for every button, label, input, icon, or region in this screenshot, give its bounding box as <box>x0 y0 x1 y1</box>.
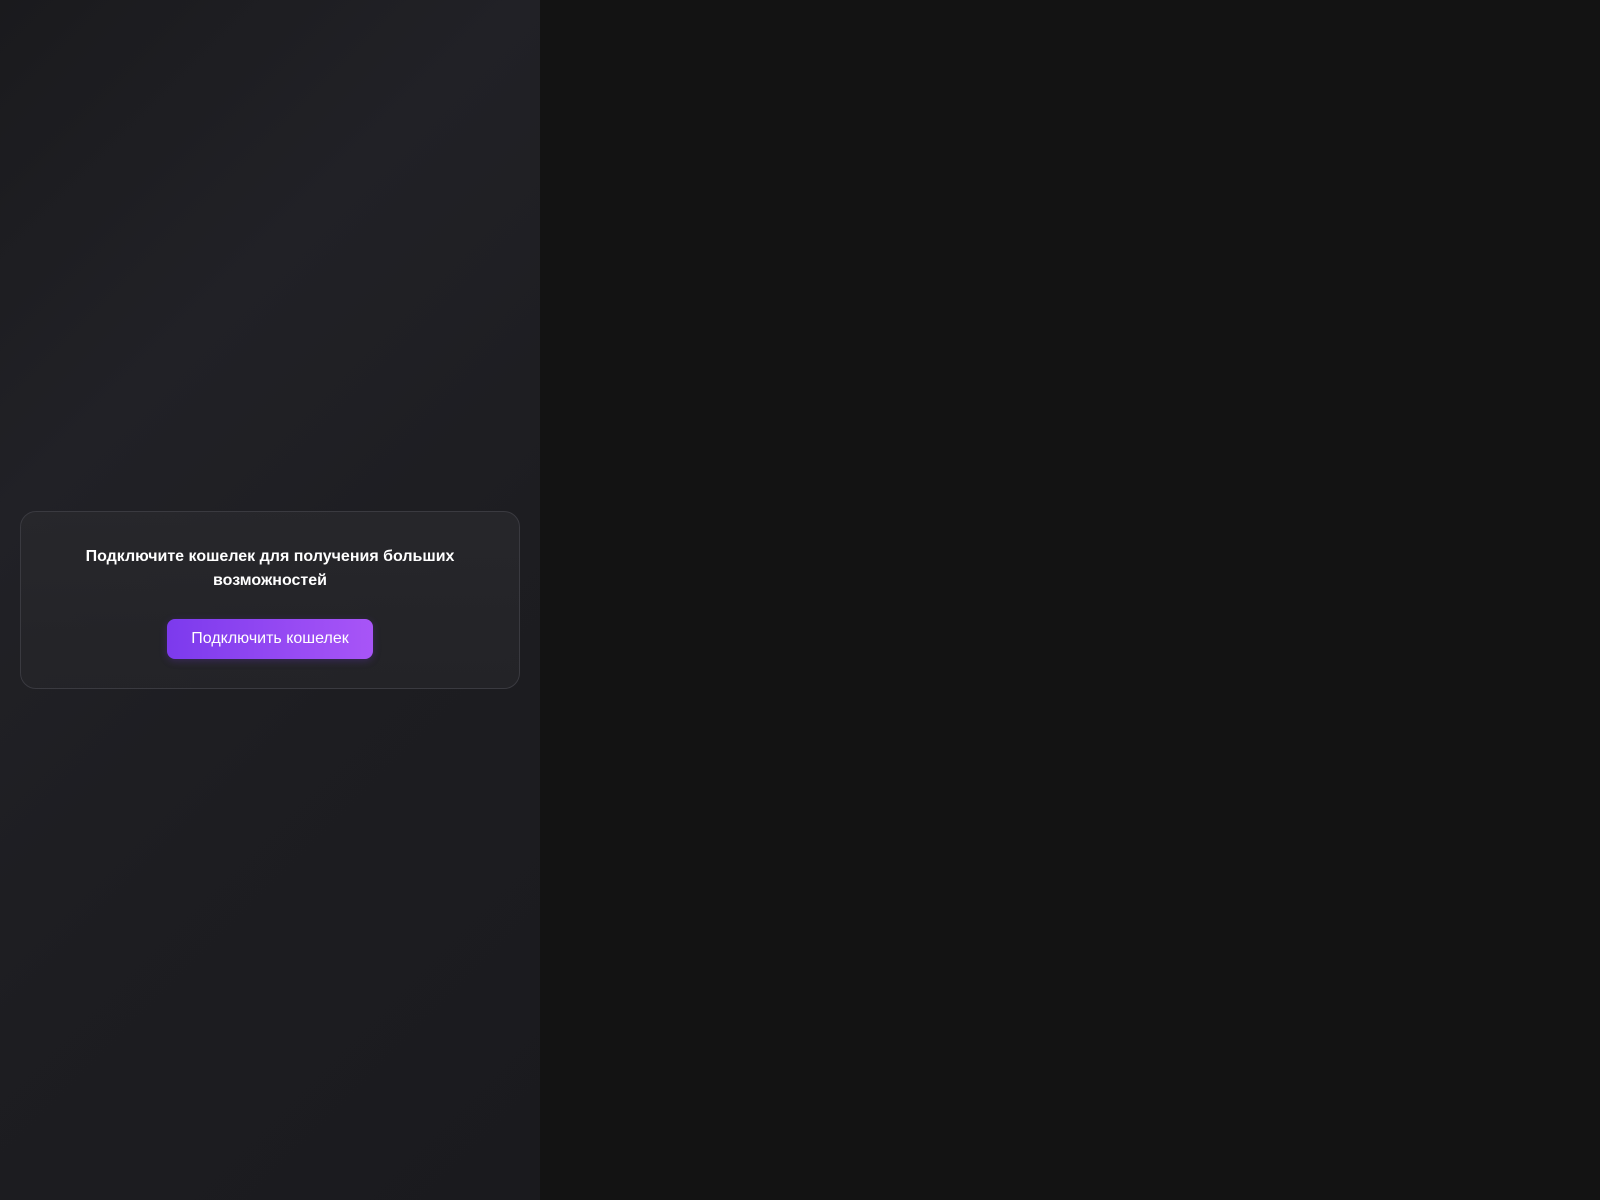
connect-wallet-message: Подключите кошелек для получения больших… <box>85 548 455 589</box>
connect-wallet-button[interactable]: Подключить кошелек <box>167 619 373 659</box>
connect-wallet-card: Подключите кошелек для получения больших… <box>20 511 520 689</box>
main-content-area <box>540 0 1600 1200</box>
app-root: Подключите кошелек для получения больших… <box>0 0 1600 1200</box>
sidebar-panel: Подключите кошелек для получения больших… <box>0 0 540 1200</box>
